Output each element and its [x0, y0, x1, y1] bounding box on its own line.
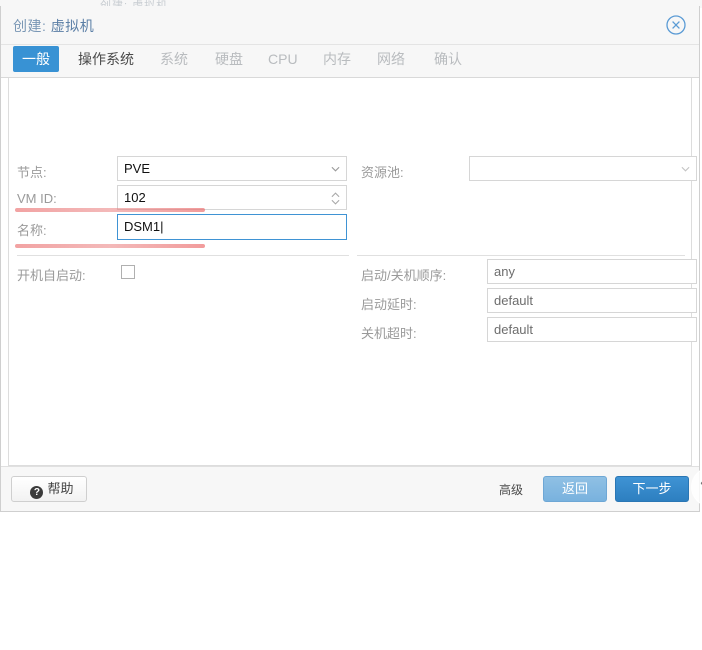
dialog-footer: ?帮助 高级 返回 下一步 值 什么值得买 — [1, 466, 702, 511]
label-node: 节点: — [17, 165, 47, 180]
name-input[interactable]: DSM1| — [117, 214, 347, 240]
label-vmid: VM ID: — [17, 191, 57, 206]
help-button-label: 帮助 — [47, 481, 74, 496]
label-startup-order: 启动/关机顺序: — [361, 268, 447, 283]
node-value: PVE — [124, 161, 151, 176]
chevron-down-icon — [681, 166, 690, 172]
label-startup-delay: 启动延时: — [361, 297, 417, 312]
spinner-arrows-icon[interactable] — [331, 191, 340, 206]
shutdown-timeout-value: default — [494, 322, 534, 337]
label-shutdown-timeout: 关机超时: — [361, 326, 417, 341]
name-value: DSM1 — [124, 219, 161, 234]
vmid-value: 102 — [124, 190, 146, 205]
create-vm-dialog: 创建: 虚拟机 一般 操作系统 系统 硬盘 CPU 内存 网络 确认 节点: P… — [0, 6, 702, 512]
next-button[interactable]: 下一步 — [615, 476, 689, 502]
startup-order-value: any — [494, 264, 515, 279]
wizard-tabbar: 一般 操作系统 系统 硬盘 CPU 内存 网络 确认 — [1, 45, 699, 78]
help-button[interactable]: ? 帮助 — [11, 476, 87, 502]
shutdown-timeout-input[interactable]: default — [487, 317, 697, 342]
label-autostart: 开机自启动: — [17, 268, 86, 283]
back-button[interactable]: 返回 — [543, 476, 607, 502]
tab-os[interactable]: 操作系统 — [69, 46, 143, 72]
tab-cpu[interactable]: CPU — [259, 46, 307, 72]
autostart-checkbox[interactable] — [121, 265, 135, 279]
tab-network[interactable]: 网络 — [368, 46, 414, 72]
divider-left — [17, 255, 349, 256]
tab-system[interactable]: 系统 — [151, 46, 197, 72]
chevron-down-icon — [331, 166, 340, 172]
close-icon[interactable] — [665, 14, 687, 36]
tab-disk[interactable]: 硬盘 — [206, 46, 252, 72]
vmid-input[interactable]: 102 — [117, 185, 347, 210]
tab-memory[interactable]: 内存 — [314, 46, 360, 72]
divider-right — [357, 255, 685, 256]
dialog-title-prefix: 创建: — [13, 18, 47, 34]
annotation-underline-vmid — [15, 208, 205, 212]
form-panel: 节点: PVE VM ID: 102 名称: DSM1| 开机自启动: 资源池:… — [8, 78, 697, 466]
annotation-underline-name — [15, 244, 205, 248]
text-caret: | — [160, 219, 164, 234]
startup-delay-input[interactable]: default — [487, 288, 697, 313]
startup-delay-value: default — [494, 293, 534, 308]
advanced-toggle-label[interactable]: 高级 — [499, 481, 523, 498]
label-pool: 资源池: — [361, 165, 404, 180]
tab-confirm[interactable]: 确认 — [425, 46, 471, 72]
watermark-logo: 值 — [691, 467, 702, 507]
startup-order-input[interactable]: any — [487, 259, 697, 284]
label-name: 名称: — [17, 223, 47, 238]
question-mark-icon: ? — [30, 486, 44, 499]
pool-select[interactable] — [469, 156, 697, 181]
dialog-title-main: 虚拟机 — [50, 18, 95, 34]
tab-general[interactable]: 一般 — [13, 46, 59, 72]
dialog-title: 创建: 虚拟机 — [13, 16, 94, 36]
dialog-titlebar: 创建: 虚拟机 — [1, 6, 699, 45]
node-select[interactable]: PVE — [117, 156, 347, 181]
